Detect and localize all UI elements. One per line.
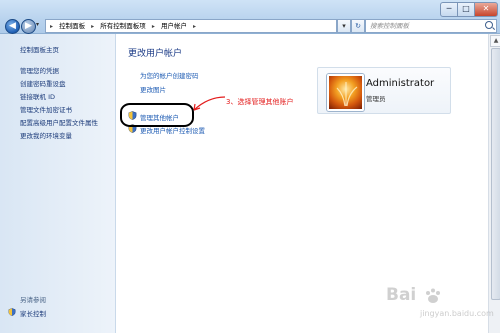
sidebar-item-profile-properties[interactable]: 配置高级用户配置文件属性 [20, 117, 98, 127]
breadcrumb-root-arrow[interactable]: ▸ [50, 21, 53, 32]
account-name: Administrator [366, 78, 435, 89]
window-chrome: ─ □ ✕ ◀ ▶ ▾ ▸ 控制面板 ▸ 所有控制面板项 ▸ 用户帐户 ▸ ▾ … [0, 0, 500, 34]
search-icon[interactable] [485, 21, 493, 29]
minimize-button[interactable]: ─ [440, 2, 458, 17]
flower-picture-icon [336, 82, 358, 107]
breadcrumb-user-accounts[interactable]: 用户帐户 [161, 20, 187, 32]
annotation-arrow [193, 96, 226, 111]
account-tile[interactable]: Administrator 管理员 [317, 67, 451, 114]
forward-button[interactable]: ▶ [21, 19, 36, 34]
change-picture-link[interactable]: 更改图片 [140, 84, 166, 94]
vertical-scrollbar[interactable]: ▲ [488, 34, 500, 333]
page-title: 更改用户帐户 [128, 49, 183, 59]
shield-icon [8, 308, 16, 316]
search-placeholder: 搜索控制面板 [370, 22, 409, 30]
sidebar-home-link[interactable]: 控制面板主页 [20, 44, 59, 54]
close-button[interactable]: ✕ [474, 2, 498, 17]
create-password-link[interactable]: 为您的帐户创建密码 [140, 70, 199, 80]
sidebar-item-environment-variables[interactable]: 更改我的环境变量 [20, 130, 72, 140]
breadcrumb-separator[interactable]: ▸ [193, 21, 196, 32]
sidebar-item-password-reset-disk[interactable]: 创建密码重设盘 [20, 78, 66, 88]
scroll-up-arrow-icon[interactable]: ▲ [490, 35, 500, 47]
highlight-ellipse [120, 103, 194, 127]
maximize-button[interactable]: □ [457, 2, 475, 17]
see-also-header: 另请参阅 [20, 296, 46, 304]
sidebar-item-link-online-id[interactable]: 链接联机 ID [20, 91, 55, 101]
back-button[interactable]: ◀ [5, 19, 20, 34]
breadcrumb-control-panel[interactable]: 控制面板 [59, 20, 85, 32]
main-content: 更改用户帐户 为您的帐户创建密码 更改图片 管理其他帐户 更改用户帐户控制设置 … [116, 34, 488, 333]
address-bar[interactable]: ▸ 控制面板 ▸ 所有控制面板项 ▸ 用户帐户 ▸ [45, 19, 337, 33]
breadcrumb-all-items[interactable]: 所有控制面板项 [100, 20, 146, 32]
sidebar-item-encryption-certificates[interactable]: 管理文件加密证书 [20, 104, 72, 114]
search-input[interactable]: 搜索控制面板 [365, 19, 497, 33]
breadcrumb-separator[interactable]: ▸ [152, 21, 155, 32]
address-dropdown-button[interactable]: ▾ [337, 19, 351, 33]
account-role: 管理员 [366, 95, 386, 103]
annotation-text: 3、选择管理其他账户 [226, 98, 294, 106]
user-avatar[interactable] [327, 74, 364, 111]
breadcrumb-separator[interactable]: ▸ [91, 21, 94, 32]
control-panel-window: ─ □ ✕ ◀ ▶ ▾ ▸ 控制面板 ▸ 所有控制面板项 ▸ 用户帐户 ▸ ▾ … [0, 0, 500, 333]
sidebar-item-manage-credentials[interactable]: 管理您的凭据 [20, 65, 59, 75]
sidebar: 控制面板主页 管理您的凭据 创建密码重设盘 链接联机 ID 管理文件加密证书 配… [0, 34, 116, 333]
family-safety-link[interactable]: 家长控制 [20, 308, 46, 318]
recent-pages-dropdown[interactable]: ▾ [36, 21, 39, 28]
refresh-icon[interactable]: ↻ [351, 19, 365, 33]
scroll-thumb[interactable] [491, 48, 500, 300]
